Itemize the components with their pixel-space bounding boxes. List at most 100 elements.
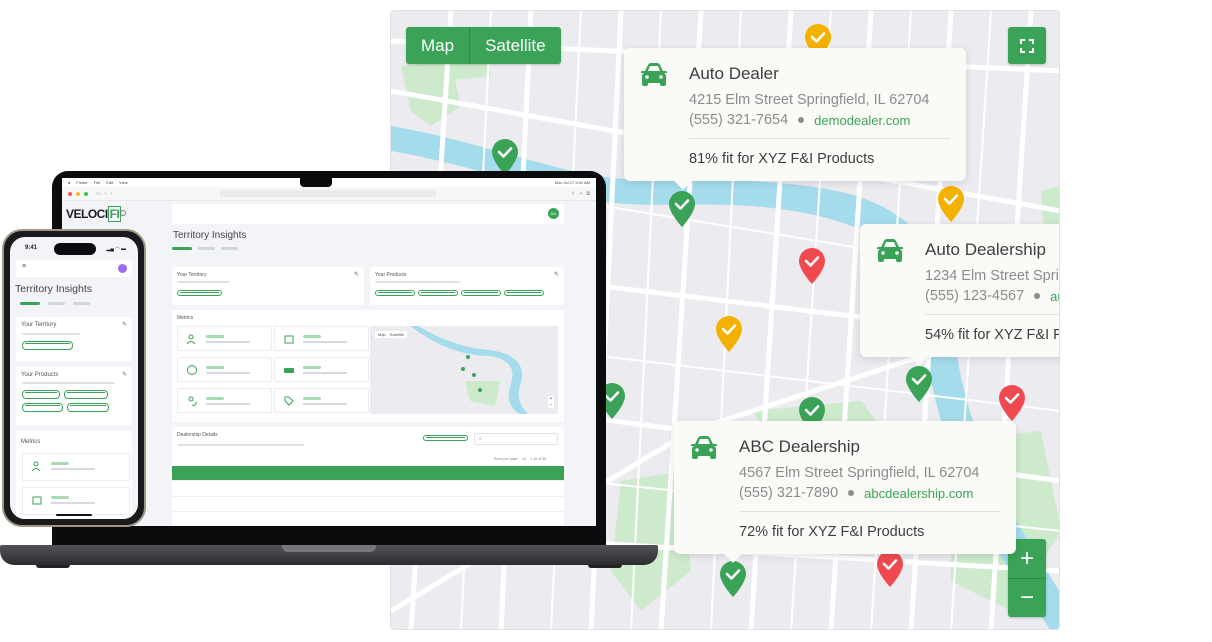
metric-card — [274, 357, 369, 382]
apple-icon: ● — [68, 180, 71, 185]
product-chip[interactable] — [22, 403, 63, 412]
search-input[interactable]: ⌕ — [474, 433, 558, 445]
product-chip[interactable] — [504, 290, 544, 296]
territory-chip[interactable] — [177, 290, 222, 296]
tab[interactable] — [48, 301, 65, 305]
dynamic-island — [54, 243, 96, 255]
map-pin-green[interactable] — [668, 191, 696, 227]
separator-dot — [1034, 293, 1041, 299]
territory-chip[interactable] — [22, 341, 73, 350]
table-row[interactable] — [172, 512, 564, 526]
product-chip[interactable] — [22, 390, 60, 399]
back-icon[interactable]: ‹ — [105, 191, 107, 197]
calendar-icon — [32, 496, 42, 505]
your-products-panel: Your Products ✎ — [370, 267, 564, 305]
menu-icon[interactable]: ≡ — [22, 263, 26, 270]
camera-notch — [300, 178, 332, 187]
dealer-info-card[interactable]: ABC Dealership 4567 Elm Street Springfie… — [674, 421, 1016, 563]
menu-view[interactable]: View — [119, 180, 128, 185]
new-tab-icon[interactable]: + — [580, 191, 583, 197]
pagination: Rows per page: 10 1-10 of 58 — [493, 457, 546, 461]
metric-card — [274, 388, 369, 413]
dealer-website-link[interactable]: abcdealership.com — [864, 486, 973, 501]
sidebar-toggle-icon[interactable]: ▭ — [96, 191, 101, 197]
rows-per-page-select[interactable]: 10 — [522, 457, 526, 461]
panel-title: Your Products — [375, 272, 407, 278]
settings-icon[interactable] — [120, 210, 126, 216]
tab[interactable] — [198, 246, 215, 250]
tab-active[interactable] — [172, 246, 192, 250]
map-pin-green[interactable] — [491, 139, 519, 175]
close-window-button[interactable] — [68, 191, 72, 196]
tabs-overview-icon[interactable]: ⧉ — [586, 191, 590, 197]
status-time: 9:41 — [25, 245, 38, 251]
dealer-website-link[interactable]: autodemodealer.com — [1050, 289, 1059, 304]
map-pin-red[interactable] — [876, 551, 904, 587]
menu-finder[interactable]: Finder — [76, 180, 87, 185]
home-indicator — [56, 514, 92, 516]
map-pin-red[interactable] — [998, 385, 1026, 421]
your-territory-card: Your Territory ✎ — [16, 317, 132, 361]
edit-icon[interactable]: ✎ — [122, 321, 127, 328]
fit-score: 72% fit for XYZ F&I Products — [739, 524, 925, 540]
edit-icon[interactable]: ✎ — [554, 271, 559, 278]
table-row[interactable] — [172, 482, 564, 497]
phone-frame: 9:41 ▂▄ ◠ ▬ ≡ Territory Insights Your Te… — [2, 229, 146, 527]
map-pin-green[interactable] — [905, 366, 933, 402]
top-bar: DU — [172, 204, 564, 224]
product-chip[interactable] — [418, 290, 458, 296]
mini-zoom-controls[interactable]: + − — [548, 396, 554, 408]
metrics-card: Metrics — [16, 431, 132, 519]
forward-icon[interactable]: › — [110, 191, 112, 197]
map-pin-yellow[interactable] — [937, 186, 965, 222]
tab-active[interactable] — [20, 301, 40, 305]
menu-edit[interactable]: Edit — [106, 180, 113, 185]
tab[interactable] — [73, 301, 90, 305]
table-row[interactable] — [172, 497, 564, 512]
product-chip[interactable] — [64, 390, 108, 399]
map-button[interactable]: Map — [406, 27, 469, 64]
placeholder-line — [177, 444, 304, 446]
separator-dot — [848, 490, 855, 496]
dollar-icon — [187, 365, 197, 375]
map-pin-yellow[interactable] — [715, 316, 743, 352]
mini-map-tiles — [410, 326, 528, 414]
metric-card — [274, 326, 369, 351]
user-avatar[interactable]: DU — [548, 208, 559, 219]
product-chip[interactable] — [461, 290, 501, 296]
zoom-out-button[interactable]: − — [1008, 578, 1046, 617]
product-chip[interactable] — [375, 290, 415, 296]
tab-bar — [20, 299, 90, 307]
user-avatar[interactable] — [118, 264, 127, 273]
map-pin-red[interactable] — [798, 248, 826, 284]
url-bar[interactable] — [220, 190, 436, 197]
edit-icon[interactable]: ✎ — [122, 371, 127, 378]
users-icon — [187, 334, 196, 344]
your-territory-panel: Your Territory ✎ — [172, 267, 364, 305]
dealership-details-panel: Dealership Details ⌕ Rows per page: 10 1-1… — [172, 427, 564, 526]
fit-score: 54% fit for XYZ F&I Products — [925, 327, 1059, 343]
minimize-window-button[interactable] — [76, 191, 80, 196]
metrics-panel: Metrics Map Satellite + − — [172, 310, 564, 422]
metric-card — [22, 453, 130, 481]
map-type-toggle[interactable]: Map Satellite — [406, 27, 561, 64]
fullscreen-button[interactable] — [1008, 27, 1046, 64]
divider — [925, 314, 1059, 315]
dealer-info-card[interactable]: Auto Dealership 1234 Elm Street Springfi… — [860, 224, 1059, 366]
map-pin-green[interactable] — [719, 561, 747, 597]
mini-map[interactable]: Map Satellite + − — [370, 326, 558, 414]
dealer-website-link[interactable]: demodealer.com — [814, 113, 910, 128]
satellite-button[interactable]: Satellite — [469, 27, 560, 64]
fit-score: 81% fit for XYZ F&I Products — [689, 151, 875, 167]
dealer-name: ABC Dealership — [739, 437, 860, 456]
dealer-info-card[interactable]: Auto Dealer 4215 Elm Street Springfield,… — [624, 48, 966, 190]
tab[interactable] — [221, 246, 238, 250]
share-icon[interactable]: ⇧ — [571, 191, 575, 197]
menu-file[interactable]: File — [94, 180, 100, 185]
panel-title: Your Territory — [177, 272, 207, 278]
edit-icon[interactable]: ✎ — [354, 271, 359, 278]
action-button[interactable] — [423, 435, 468, 441]
mini-map-toggle[interactable]: Map Satellite — [375, 331, 408, 338]
product-chip[interactable] — [67, 403, 109, 412]
maximize-window-button[interactable] — [84, 191, 88, 196]
